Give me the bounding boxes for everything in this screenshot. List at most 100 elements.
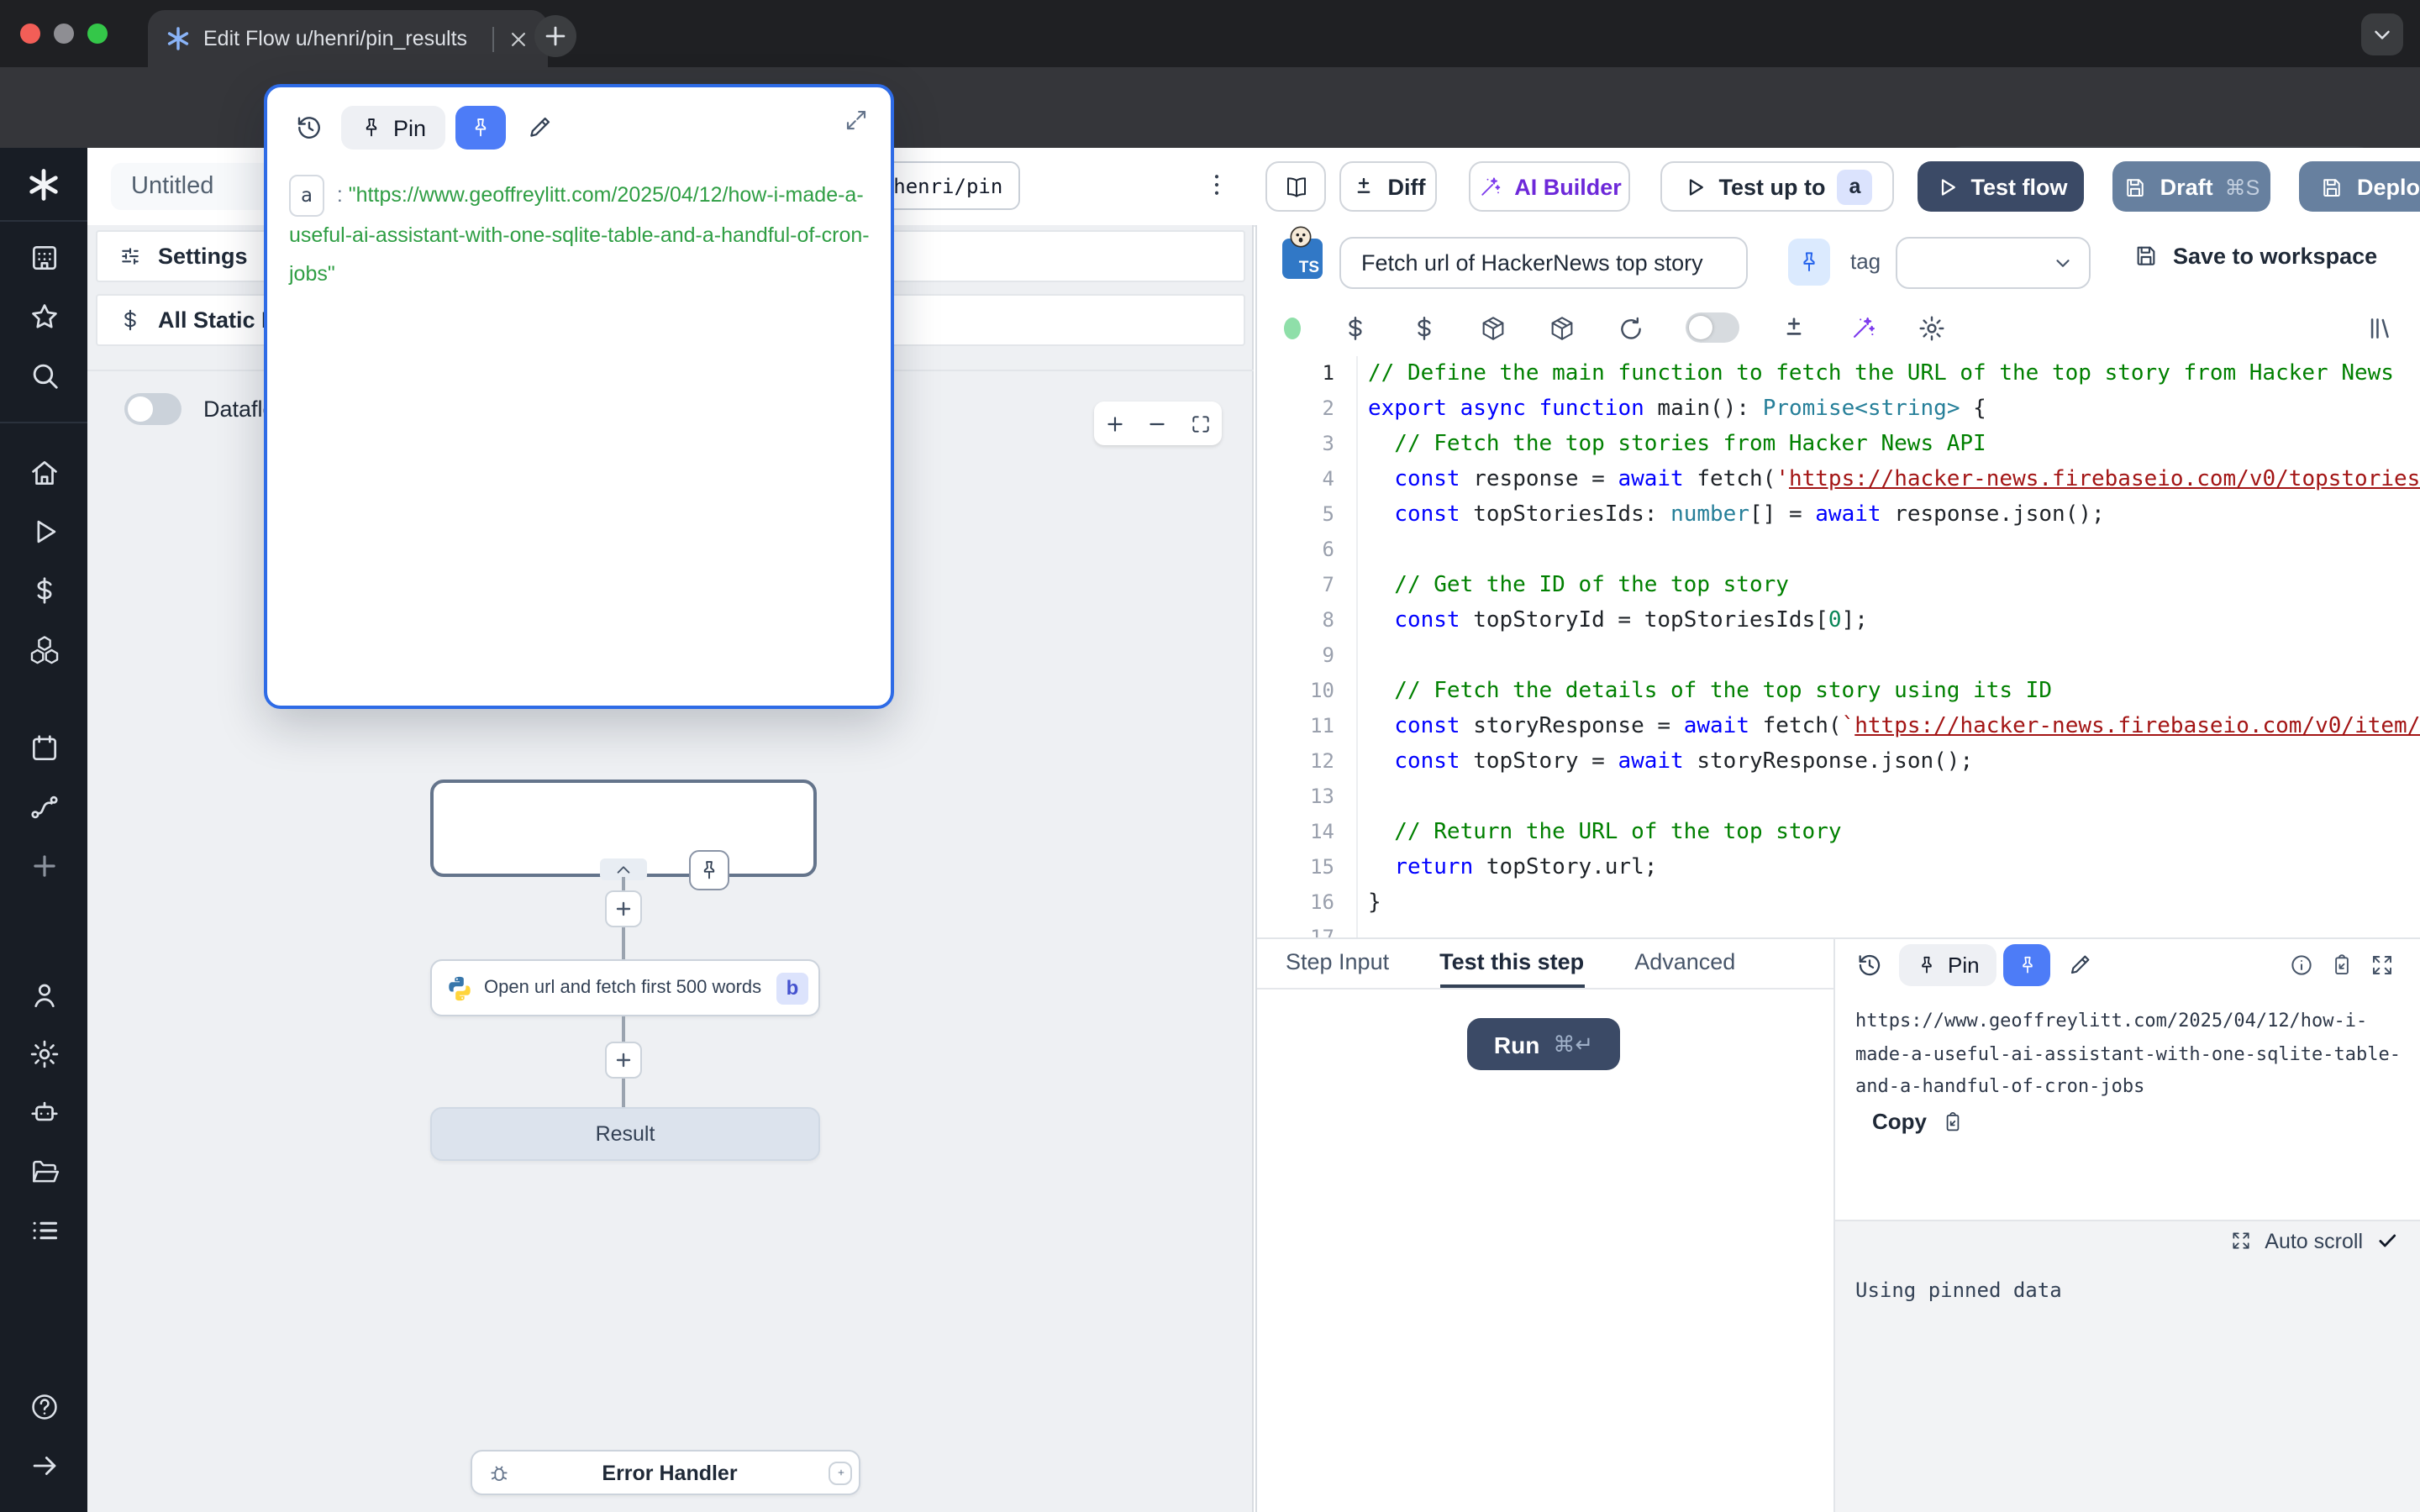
tab-step-input[interactable]: Step Input [1286, 939, 1389, 988]
code-line[interactable]: 9 [1257, 638, 2420, 674]
code-line[interactable]: 6 [1257, 533, 2420, 568]
editor-toggle[interactable] [1686, 312, 1739, 343]
dollar-icon[interactable] [28, 575, 60, 606]
test-flow-button[interactable]: Test flow [1918, 161, 2084, 212]
info-icon[interactable] [2289, 953, 2314, 978]
variable-dollar-icon[interactable] [1341, 313, 1370, 342]
step-title-field[interactable] [1339, 237, 1748, 289]
autoscroll-check-icon[interactable] [2376, 1230, 2398, 1252]
code-line[interactable]: 11 const storyResponse = await fetch(`ht… [1257, 709, 2420, 744]
flow-node-b[interactable]: Open url and fetch first 500 words of ..… [430, 959, 820, 1016]
pin-active-button[interactable] [455, 106, 506, 150]
package-icon[interactable] [1548, 313, 1576, 342]
diff-button[interactable]: Diff [1339, 161, 1437, 212]
code-line[interactable]: 4 const response = await fetch('https://… [1257, 462, 2420, 497]
zoom-in-icon[interactable] [1104, 412, 1126, 434]
user-icon[interactable] [28, 979, 60, 1011]
tab-search-caret-button[interactable] [2361, 13, 2403, 55]
tab-test-this-step[interactable]: Test this step [1439, 939, 1584, 988]
code-line[interactable]: 13 [1257, 780, 2420, 815]
code-line[interactable]: 10 // Fetch the details of the top story… [1257, 674, 2420, 709]
maximize-window-button[interactable] [87, 24, 108, 44]
arrow-right-icon[interactable] [28, 1450, 60, 1482]
code-editor[interactable]: 1// Define the main function to fetch th… [1257, 356, 2420, 937]
dataflow-toggle[interactable] [124, 393, 182, 425]
expand-popup-icon[interactable] [844, 108, 869, 133]
zoom-out-icon[interactable] [1147, 412, 1169, 434]
deploy-button[interactable]: Deploy [2299, 161, 2420, 212]
history-icon[interactable] [1855, 951, 1884, 979]
test-up-to-target-badge[interactable]: a [1838, 169, 1873, 204]
editor-settings-gear-icon[interactable] [1918, 313, 1946, 342]
flow-node-result[interactable]: Result [430, 1107, 820, 1161]
code-line[interactable]: 17 [1257, 921, 2420, 937]
gear-icon[interactable] [28, 1038, 60, 1070]
diff-icon[interactable] [1780, 313, 1808, 342]
pinned-input-content[interactable]: a : "https://www.geoffreylitt.com/2025/0… [289, 175, 874, 294]
expand-icon[interactable] [2370, 953, 2395, 978]
tag-select[interactable] [1896, 237, 2091, 289]
edit-pin-pencil-icon[interactable] [2067, 951, 2094, 978]
browser-tab[interactable]: Edit Flow u/henri/pin_results [148, 10, 548, 67]
code-line[interactable]: 12 const topStory = await storyResponse.… [1257, 744, 2420, 780]
insert-step-button[interactable] [605, 890, 642, 927]
ai-builder-button[interactable]: AI Builder [1469, 161, 1630, 212]
fit-view-icon[interactable] [1190, 412, 1212, 434]
list-icon[interactable] [28, 1215, 60, 1247]
code-line[interactable]: 1// Define the main function to fetch th… [1257, 356, 2420, 391]
pin-label-button[interactable]: Pin [1899, 944, 1996, 986]
code-line[interactable]: 3 // Fetch the top stories from Hacker N… [1257, 427, 2420, 462]
home-icon[interactable] [28, 457, 60, 489]
pinned-result-value[interactable]: https://www.geoffreylitt.com/2025/04/12/… [1855, 1005, 2410, 1103]
search-icon[interactable] [28, 360, 60, 391]
calendar-icon[interactable] [28, 732, 60, 764]
new-tab-button[interactable] [534, 15, 576, 57]
code-line[interactable]: 7 // Get the ID of the top story [1257, 568, 2420, 603]
star-icon[interactable] [28, 301, 60, 333]
plus-icon[interactable] [28, 850, 60, 882]
cubes-icon[interactable] [28, 633, 60, 665]
close-tab-icon[interactable] [506, 26, 531, 51]
package-icon[interactable] [1479, 313, 1507, 342]
more-options-icon[interactable] [1202, 170, 1232, 200]
code-line[interactable]: 16} [1257, 885, 2420, 921]
run-button[interactable]: Run ⌘↵ [1467, 1018, 1620, 1070]
code-line[interactable]: 5 const topStoriesIds: number[] = await … [1257, 497, 2420, 533]
resource-dollar-icon[interactable] [1410, 313, 1439, 342]
help-icon[interactable] [28, 1391, 60, 1423]
code-line[interactable]: 8 const topStoryId = topStoriesIds[0]; [1257, 603, 2420, 638]
insert-step-button[interactable] [605, 1042, 642, 1079]
window-controls[interactable] [20, 24, 108, 44]
expand-logs-icon[interactable] [2229, 1230, 2251, 1252]
pin-active-button[interactable] [2003, 944, 2050, 986]
ai-wand-icon[interactable] [1849, 313, 1877, 342]
reset-icon[interactable] [1617, 313, 1645, 342]
robot-icon[interactable] [28, 1097, 60, 1129]
add-error-handler-button[interactable] [829, 1461, 852, 1484]
pin-toggle-button[interactable] [1788, 239, 1830, 286]
code-line[interactable]: 2export async function main(): Promise<s… [1257, 391, 2420, 427]
history-icon[interactable] [294, 113, 324, 143]
node-pin-badge-icon[interactable] [689, 850, 729, 890]
step-title-input[interactable] [1358, 249, 1729, 277]
windmill-logo[interactable] [25, 166, 62, 203]
docs-button[interactable] [1265, 161, 1326, 212]
draft-button[interactable]: Draft⌘S [2112, 161, 2270, 212]
pin-label-button[interactable]: Pin [341, 106, 445, 150]
building-icon[interactable] [28, 242, 60, 274]
play-icon[interactable] [28, 516, 60, 548]
copy-clipboard-icon[interactable] [2329, 953, 2354, 978]
save-to-workspace-button[interactable]: Save to workspace [2133, 242, 2377, 269]
copy-button[interactable]: Copy [1872, 1109, 1964, 1134]
edit-pin-pencil-icon[interactable] [526, 113, 555, 141]
code-line[interactable]: 15 return topStory.url; [1257, 850, 2420, 885]
flow-node-error-handler[interactable]: Error Handler [471, 1450, 860, 1495]
minimize-window-button[interactable] [54, 24, 74, 44]
code-line[interactable]: 14 // Return the URL of the top story [1257, 815, 2420, 850]
route-icon[interactable] [28, 791, 60, 823]
library-icon[interactable] [2366, 313, 2395, 342]
close-window-button[interactable] [20, 24, 40, 44]
test-up-to-button[interactable]: Test up to a [1660, 161, 1894, 212]
tab-advanced[interactable]: Advanced [1634, 939, 1735, 988]
folder-icon[interactable] [28, 1156, 60, 1188]
